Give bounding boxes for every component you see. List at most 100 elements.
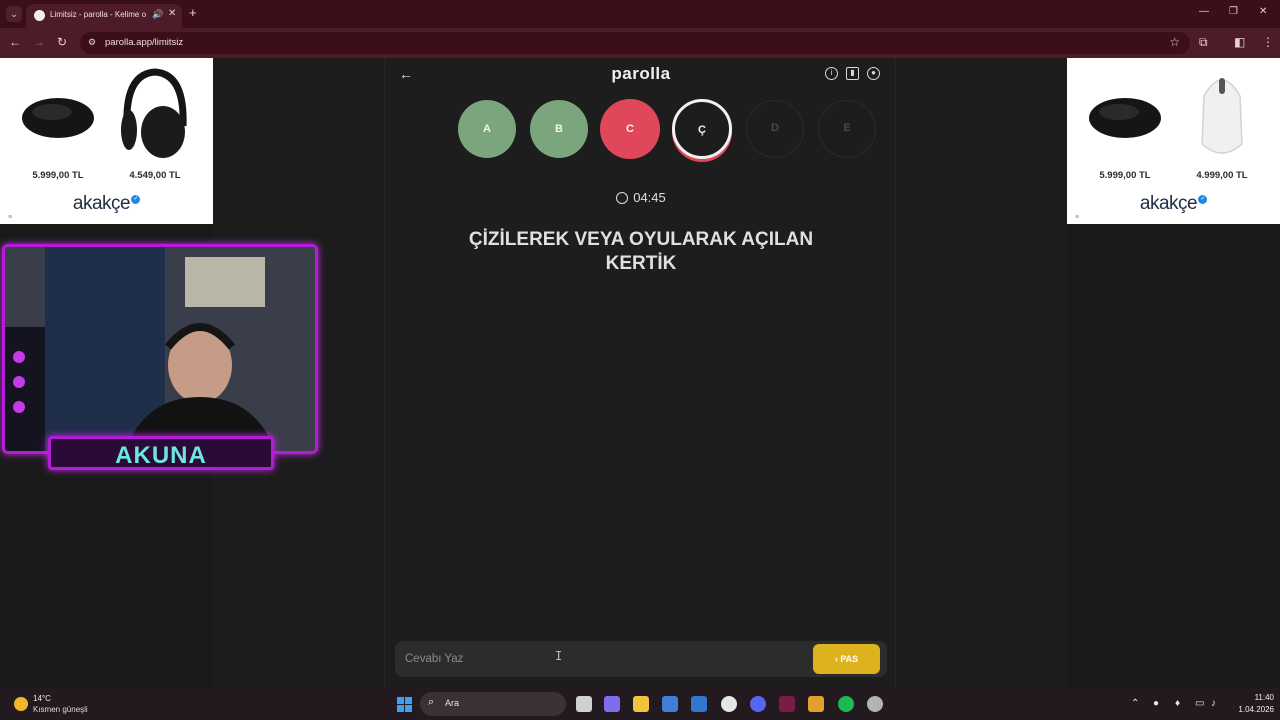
pass-button[interactable]: › PAS <box>813 644 880 674</box>
answer-bar: I › PAS <box>395 641 887 677</box>
clock-icon <box>616 192 629 204</box>
user-icon[interactable]: ● <box>867 67 880 80</box>
weather-description[interactable]: Kısmen güneşli <box>33 705 88 714</box>
task-view-icon[interactable] <box>576 696 592 712</box>
ad-product[interactable]: 4.999,00 TL <box>1174 62 1270 184</box>
file-explorer-icon[interactable] <box>633 696 649 712</box>
weather-temperature[interactable]: 14°C <box>33 694 51 703</box>
stats-icon[interactable]: ▮ <box>846 67 859 80</box>
letter-circle-d: D <box>746 100 804 158</box>
ad-choices-icon[interactable]: ≡ <box>1075 214 1079 221</box>
text-cursor-icon: I <box>555 649 563 663</box>
store-icon[interactable] <box>662 696 678 712</box>
info-icon[interactable]: i <box>825 67 838 80</box>
reload-icon[interactable]: ↻ <box>57 35 67 49</box>
network-icon[interactable]: ▭ <box>1195 698 1204 709</box>
restore-icon[interactable]: ❐ <box>1229 6 1238 17</box>
right-sidebar: 5.999,00 TL 4.999,00 TL akakçe ✓ ≡ <box>1067 58 1280 688</box>
search-label: Ara <box>445 698 460 708</box>
page: 5.999,00 TL 4.549,00 TL akakçe ✓ ≡ AKUNA… <box>0 58 1280 688</box>
game-panel: ← parolla i ▮ ● A B C Ç D E 04:45 ÇİZİLE… <box>384 58 896 688</box>
site-info-icon[interactable]: ⚙ <box>88 37 96 48</box>
left-sidebar: 5.999,00 TL 4.549,00 TL akakçe ✓ ≡ AKUNA <box>0 58 318 688</box>
letter-track: A B C Ç D E <box>385 99 897 164</box>
streamer-name-plate: AKUNA <box>48 436 274 470</box>
url-text: parolla.app/limitsiz <box>105 37 184 48</box>
favicon-icon <box>34 10 45 21</box>
taskbar-search[interactable]: ⌕ Ara <box>420 692 566 716</box>
mouse-white-icon <box>1201 78 1243 154</box>
streamer-name: AKUNA <box>115 442 207 469</box>
ad-choices-icon[interactable]: ≡ <box>8 214 12 221</box>
chevron-right-icon: › <box>834 654 838 664</box>
start-windows-icon[interactable] <box>397 697 412 712</box>
brand-name: akakçe <box>1139 193 1198 214</box>
mouse-black-icon <box>22 98 94 138</box>
close-window-icon[interactable]: ✕ <box>1259 6 1267 17</box>
ad-product[interactable]: 5.999,00 TL <box>1077 62 1173 184</box>
tab-strip: ⌄ Limitsiz - parolla - Kelime o 🔊 ✕ + — … <box>0 0 1280 28</box>
letter-circle-a: A <box>458 100 516 158</box>
ad-product[interactable]: 5.999,00 TL <box>10 62 106 184</box>
ad-price: 4.549,00 TL <box>129 170 181 181</box>
ad-product[interactable]: 4.549,00 TL <box>107 62 203 184</box>
verified-check-icon: ✓ <box>131 195 141 204</box>
settings-icon[interactable] <box>867 696 883 712</box>
copilot-icon[interactable] <box>604 696 620 712</box>
letter-circle-c: C <box>600 99 660 159</box>
forward-icon[interactable]: → <box>33 35 45 49</box>
timer-value: 04:45 <box>633 190 666 205</box>
weather-icon[interactable] <box>14 697 28 711</box>
tab-title: Limitsiz - parolla - Kelime o <box>50 10 147 19</box>
headphones-black-icon <box>121 68 187 158</box>
left-ad-banner[interactable]: 5.999,00 TL 4.549,00 TL akakçe ✓ ≡ <box>0 58 213 224</box>
right-ad-banner[interactable]: 5.999,00 TL 4.999,00 TL akakçe ✓ ≡ <box>1067 58 1280 224</box>
back-icon[interactable]: ← <box>9 35 21 49</box>
chrome-icon[interactable] <box>721 696 737 712</box>
address-bar[interactable]: ⚙ parolla.app/limitsiz ☆ <box>80 32 1190 54</box>
tray-app-icon[interactable]: ● <box>1153 698 1159 709</box>
discord-icon[interactable] <box>750 696 766 712</box>
answer-input[interactable] <box>405 649 805 669</box>
brand-logo[interactable]: akakçe ✓ <box>1067 193 1280 215</box>
ad-price: 5.999,00 TL <box>1099 170 1151 181</box>
webcam-overlay: AKUNA <box>0 240 320 480</box>
search-icon: ⌕ <box>428 696 435 708</box>
brand-name: akakçe <box>72 193 131 214</box>
app-icon[interactable] <box>808 696 824 712</box>
ad-price: 5.999,00 TL <box>32 170 84 181</box>
bookmark-star-icon[interactable]: ☆ <box>1169 35 1180 49</box>
taskbar-date[interactable]: 1.04.2026 <box>1222 705 1274 714</box>
taskbar-time[interactable]: 11:40 <box>1230 693 1274 702</box>
minimize-icon[interactable]: — <box>1199 6 1209 17</box>
volume-icon[interactable]: ♪ <box>1211 698 1216 709</box>
mail-icon[interactable] <box>691 696 707 712</box>
extensions-icon[interactable]: ⧉ <box>1199 35 1208 50</box>
profile-icon[interactable]: ◧ <box>1234 35 1245 49</box>
game-title: parolla <box>611 64 671 83</box>
tray-chevron-icon[interactable]: ⌃ <box>1131 698 1139 709</box>
speaker-icon[interactable]: 🔊 <box>152 9 163 20</box>
brand-logo[interactable]: akakçe ✓ <box>0 193 213 215</box>
ad-price: 4.999,00 TL <box>1196 170 1248 181</box>
verified-check-icon: ✓ <box>1198 195 1208 204</box>
mouse-black-icon <box>1089 98 1161 138</box>
countdown-timer: 04:45 <box>385 190 897 205</box>
browser-tab[interactable]: Limitsiz - parolla - Kelime o 🔊 ✕ <box>26 4 182 28</box>
toolbar: ← → ↻ ⚙ parolla.app/limitsiz ☆ ⧉ ◧ ⋮ <box>0 28 1280 58</box>
streamer-video-image <box>5 247 315 451</box>
tab-search-menu-icon[interactable]: ⌄ <box>6 6 22 22</box>
letter-circle-c-cedilla: Ç <box>672 99 732 159</box>
new-tab-button[interactable]: + <box>189 6 197 20</box>
streaming-app-icon[interactable] <box>779 696 795 712</box>
question-text: ÇİZİLEREK VEYA OYULARAK AÇILAN KERTİK <box>468 229 814 274</box>
pass-label: PAS <box>840 654 859 664</box>
close-tab-icon[interactable]: ✕ <box>168 8 176 19</box>
spotify-icon[interactable] <box>838 696 854 712</box>
menu-icon[interactable]: ⋮ <box>1262 35 1274 49</box>
microphone-icon[interactable]: ♦ <box>1175 698 1180 709</box>
letter-circle-b: B <box>530 100 588 158</box>
taskbar: 14°C Kısmen güneşli ⌕ Ara ⌃ ● ♦ ▭ ♪ 11:4… <box>0 688 1280 720</box>
letter-circle-e: E <box>818 100 876 158</box>
webcam-feed <box>2 244 318 454</box>
